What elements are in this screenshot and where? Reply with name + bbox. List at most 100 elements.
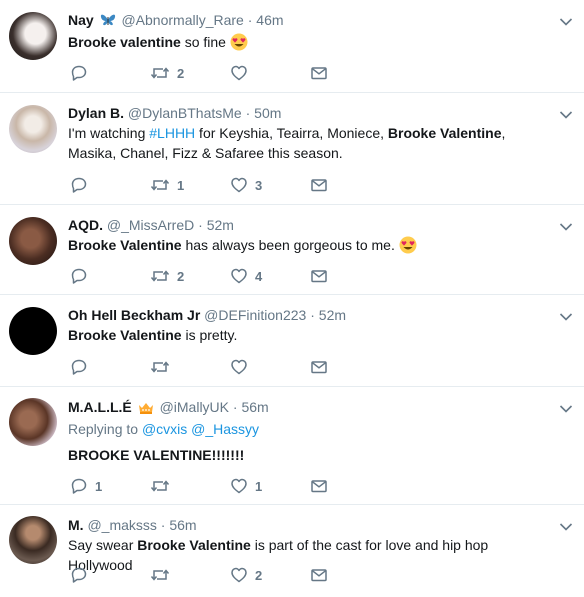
direct-message-button[interactable] [310,64,328,82]
timestamp[interactable]: 52m [207,217,234,233]
retweet-icon [150,67,170,79]
tweet-text: Brooke Valentine has always been gorgeou… [68,235,554,259]
chevron-down-icon[interactable] [559,219,573,231]
hashtag-link[interactable]: #LHHH [149,125,195,141]
like-button[interactable]: 3 [230,176,262,194]
reply-button[interactable]: 1 [70,477,102,495]
timestamp[interactable]: 52m [319,307,346,323]
user-handle[interactable]: @_maksss [87,517,156,533]
tweet-header: Oh Hell Beckham Jr @DEFinition223 · 52m [68,306,554,324]
display-name[interactable]: AQD. [68,217,103,233]
highlighted-term: Brooke valentine [68,34,181,50]
tweet[interactable]: Nay @Abnormally_Rare · 46m Brooke valent… [0,0,584,93]
highlighted-term: Brooke Valentine [68,237,182,253]
retweet-icon [150,480,170,492]
display-name[interactable]: M.A.L.L.É [68,399,132,415]
tweet-header: M. @_maksss · 56m [68,516,554,534]
reply-icon [71,567,87,583]
mention-link[interactable]: @cvxis [142,421,187,437]
separator-dot: · [198,217,203,233]
like-button[interactable]: 1 [230,477,262,495]
retweet-count: 2 [177,65,185,81]
retweet-count: 1 [177,177,185,193]
tweet[interactable]: Dylan B. @DylanBThatsMe · 50m I'm watchi… [0,93,584,205]
display-name[interactable]: Nay [68,12,94,28]
envelope-icon [311,179,327,192]
retweet-button[interactable] [150,566,177,584]
mention-link[interactable]: @_Hassyy [191,421,259,437]
user-handle[interactable]: @Abnormally_Rare [121,12,243,28]
heart-icon [231,359,247,375]
direct-message-button[interactable] [310,267,328,285]
reply-count: 1 [95,478,103,494]
retweet-button[interactable]: 1 [150,176,184,194]
separator-dot: · [232,399,238,415]
tweet[interactable]: Oh Hell Beckham Jr @DEFinition223 · 52m … [0,295,584,387]
tweet[interactable]: M.A.L.L.É @iMallyUK · 56m Replying to @c… [0,387,584,505]
retweet-button[interactable] [150,358,177,376]
user-handle[interactable]: @_MissArreD [107,217,194,233]
tweet[interactable]: AQD. @_MissArreD · 52m Brooke Valentine … [0,205,584,295]
tweet-text-pre: I'm watching [68,125,150,141]
highlighted-term: Brooke Valentine [68,327,182,343]
display-name[interactable]: Oh Hell Beckham Jr [68,307,200,323]
tweet-text-rest: has always been gorgeous to me. [181,237,395,253]
heart-icon [231,65,247,81]
direct-message-button[interactable] [310,358,328,376]
tweet-text: Brooke Valentine is pretty. [68,325,554,345]
envelope-icon [311,361,327,374]
direct-message-button[interactable] [310,566,328,584]
separator-dot: · [245,105,251,121]
reply-icon [71,177,87,193]
display-name[interactable]: M. [68,517,84,533]
user-handle[interactable]: @DylanBThatsMe [128,105,242,121]
retweet-icon [150,179,170,191]
like-button[interactable] [230,358,255,376]
avatar[interactable] [9,398,57,446]
tweet-text-pre: Say swear [68,537,138,553]
timestamp[interactable]: 50m [254,105,281,121]
direct-message-button[interactable] [310,176,328,194]
avatar[interactable] [9,307,57,355]
timestamp[interactable]: 46m [256,12,283,28]
retweet-icon [150,270,170,282]
like-button[interactable]: 2 [230,566,262,584]
reply-button[interactable] [70,358,88,376]
envelope-icon [311,270,327,283]
timestamp[interactable]: 56m [241,399,268,415]
timestamp[interactable]: 56m [169,517,196,533]
heart-icon [231,268,247,284]
reply-button[interactable] [70,566,88,584]
avatar[interactable] [9,217,57,265]
display-name[interactable]: Dylan B. [68,105,124,121]
like-button[interactable]: 4 [230,267,262,285]
like-count: 1 [255,478,263,494]
tweet-header: Dylan B. @DylanBThatsMe · 50m [68,104,554,122]
chevron-down-icon[interactable] [559,107,573,119]
retweet-count: 2 [177,268,185,284]
retweet-button[interactable] [150,477,177,495]
tweet[interactable]: M. @_maksss · 56m Say swear Brooke Valen… [0,505,584,597]
envelope-icon [311,480,327,493]
chevron-down-icon[interactable] [559,14,573,26]
tweet-text-mid: for Keyshia, Teairra, Moniece, [195,125,388,141]
avatar[interactable] [9,105,57,153]
avatar[interactable] [9,12,57,60]
direct-message-button[interactable] [310,477,328,495]
reply-button[interactable] [70,176,88,194]
chevron-down-icon[interactable] [559,309,573,321]
retweet-button[interactable]: 2 [150,267,184,285]
avatar[interactable] [9,516,57,564]
chevron-down-icon[interactable] [559,519,573,531]
reply-button[interactable] [70,64,88,82]
replying-to: Replying to @cvxis @_Hassyy [68,419,554,439]
user-handle[interactable]: @iMallyUK [160,399,229,415]
like-button[interactable] [230,64,255,82]
retweet-button[interactable]: 2 [150,64,184,82]
user-handle[interactable]: @DEFinition223 [204,307,306,323]
reply-button[interactable] [70,267,88,285]
tweet-header: AQD. @_MissArreD · 52m [68,216,554,234]
heart-icon [231,478,247,494]
tweet-timeline: Nay @Abnormally_Rare · 46m Brooke valent… [0,0,584,597]
chevron-down-icon[interactable] [559,401,573,413]
